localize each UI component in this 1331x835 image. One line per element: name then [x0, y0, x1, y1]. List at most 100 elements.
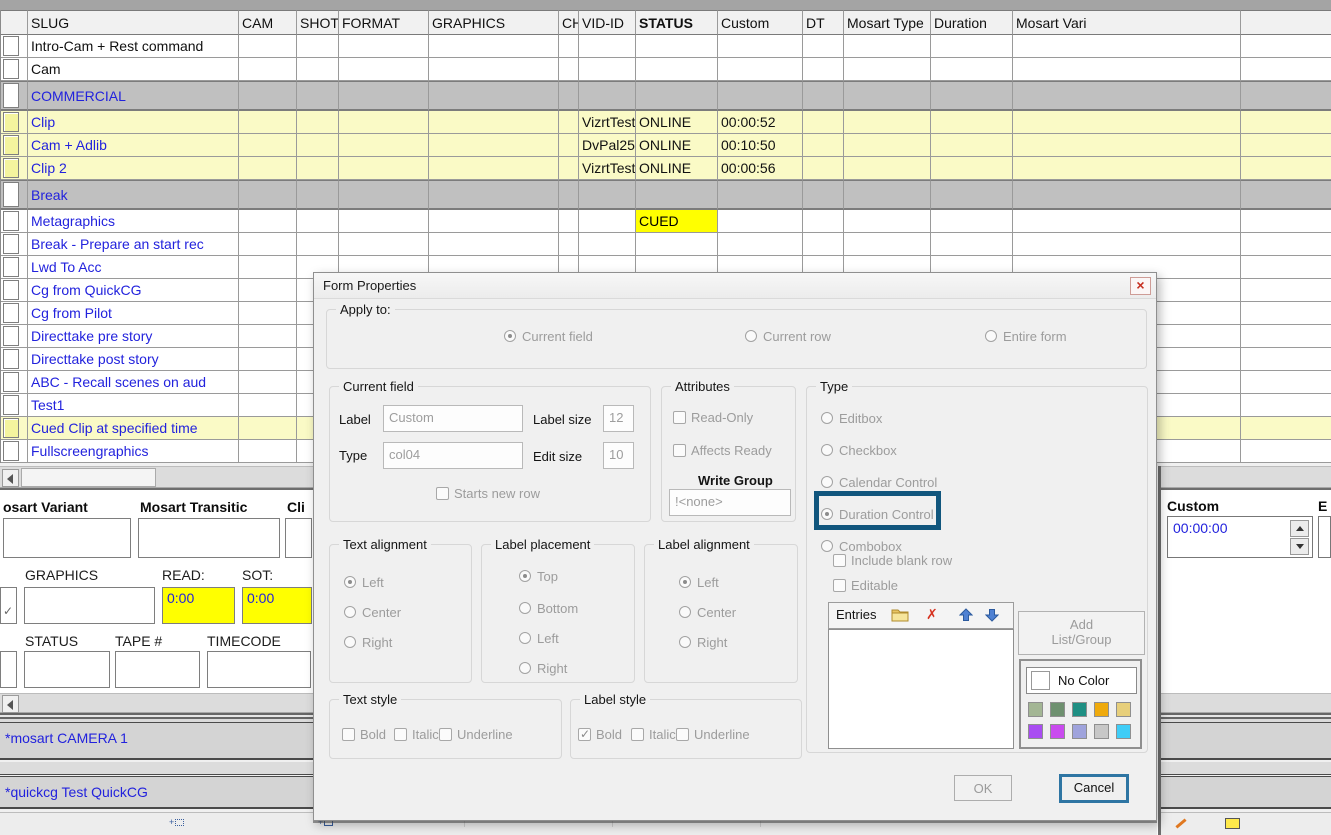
grid-cell-duration[interactable]	[931, 180, 1013, 210]
grid-cell-mosart_variant[interactable]	[1013, 233, 1241, 256]
grid-cell-cam[interactable]	[239, 58, 297, 81]
grid-cell-mosart_type[interactable]	[844, 233, 931, 256]
add-dotted-field-icon[interactable]: +	[169, 817, 184, 827]
grid-cell-extra[interactable]	[1241, 111, 1331, 134]
grid-cell-sel[interactable]	[1, 417, 28, 440]
grid-cell-slug[interactable]: Cg from QuickCG	[28, 279, 239, 302]
grid-cell-extra[interactable]	[1241, 417, 1331, 440]
grid-cell-cam[interactable]	[239, 394, 297, 417]
row-selector[interactable]	[3, 234, 19, 254]
grid-cell-format[interactable]	[339, 180, 429, 210]
starts-new-row-checkbox[interactable]	[436, 487, 449, 500]
grid-cell-slug[interactable]: Fullscreengraphics	[28, 440, 239, 463]
grid-cell-slug[interactable]: Break	[28, 180, 239, 210]
label-bold-checkbox[interactable]	[578, 728, 591, 741]
grid-cell-shot[interactable]	[297, 180, 339, 210]
grid-cell-extra[interactable]	[1241, 371, 1331, 394]
label-size-input[interactable]: 12	[603, 405, 634, 432]
grid-cell-graphics[interactable]	[429, 35, 559, 58]
grid-cell-sel[interactable]	[1, 81, 28, 111]
mosart-transition-input[interactable]	[138, 518, 280, 558]
row-selector[interactable]	[3, 135, 19, 155]
grid-cell-status[interactable]: CUED	[636, 210, 718, 233]
grid-cell-duration[interactable]	[931, 58, 1013, 81]
grid-cell-mosart_variant[interactable]	[1013, 210, 1241, 233]
grid-cell-duration[interactable]	[931, 111, 1013, 134]
column-header-custom[interactable]: Custom	[718, 10, 803, 35]
grid-cell-cam[interactable]	[239, 348, 297, 371]
grid-cell-extra[interactable]	[1241, 233, 1331, 256]
radio-label-align-center[interactable]	[679, 606, 691, 618]
grid-cell-sel[interactable]	[1, 394, 28, 417]
grid-cell-mosart_variant[interactable]	[1013, 81, 1241, 111]
column-header-shot[interactable]: SHOT	[297, 10, 339, 35]
scrollbar-thumb[interactable]	[21, 468, 156, 487]
grid-cell-ch[interactable]	[559, 210, 579, 233]
grid-cell-custom[interactable]	[718, 58, 803, 81]
grid-cell-extra[interactable]	[1241, 348, 1331, 371]
rundown-row[interactable]: Cam	[1, 58, 1331, 81]
grid-cell-sel[interactable]	[1, 371, 28, 394]
editable-checkbox[interactable]	[833, 579, 846, 592]
scroll-left-button2[interactable]	[2, 695, 19, 713]
grid-cell-extra[interactable]	[1241, 279, 1331, 302]
grid-cell-sel[interactable]	[1, 210, 28, 233]
grid-cell-slug[interactable]: Cued Clip at specified time	[28, 417, 239, 440]
grid-cell-shot[interactable]	[297, 233, 339, 256]
grid-cell-cam[interactable]	[239, 440, 297, 463]
pen-icon[interactable]	[1175, 818, 1186, 828]
combo-partial[interactable]: ✓	[0, 587, 17, 624]
row-selector[interactable]	[3, 211, 19, 231]
row-selector[interactable]	[3, 372, 19, 392]
grid-cell-mosart_variant[interactable]	[1013, 134, 1241, 157]
row-selector[interactable]	[3, 112, 19, 132]
grid-cell-format[interactable]	[339, 134, 429, 157]
grid-cell-format[interactable]	[339, 210, 429, 233]
grid-cell-cam[interactable]	[239, 371, 297, 394]
grid-cell-duration[interactable]	[931, 210, 1013, 233]
grid-cell-graphics[interactable]	[429, 81, 559, 111]
grid-cell-mosart_type[interactable]	[844, 210, 931, 233]
grid-cell-sel[interactable]	[1, 325, 28, 348]
grid-cell-extra[interactable]	[1241, 210, 1331, 233]
grid-cell-graphics[interactable]	[429, 233, 559, 256]
column-header-status[interactable]: STATUS	[636, 10, 718, 35]
grid-cell-vid[interactable]: VizrtTest1	[579, 111, 636, 134]
grid-cell-sel[interactable]	[1, 134, 28, 157]
row-selector[interactable]	[3, 59, 19, 79]
row-selector[interactable]	[3, 280, 19, 300]
row-selector[interactable]	[3, 182, 19, 207]
grid-cell-mosart_variant[interactable]	[1013, 58, 1241, 81]
grid-cell-sel[interactable]	[1, 256, 28, 279]
grid-cell-status[interactable]	[636, 35, 718, 58]
grid-cell-custom[interactable]	[718, 81, 803, 111]
grid-cell-sel[interactable]	[1, 440, 28, 463]
grid-cell-shot[interactable]	[297, 134, 339, 157]
grid-cell-cam[interactable]	[239, 279, 297, 302]
grid-cell-vid[interactable]	[579, 210, 636, 233]
radio-editbox[interactable]	[821, 412, 833, 424]
column-header-selector[interactable]	[1, 10, 28, 35]
radio-placement-left[interactable]	[519, 632, 531, 644]
grid-cell-mosart_type[interactable]	[844, 81, 931, 111]
new-folder-icon[interactable]	[891, 607, 909, 623]
grid-cell-slug[interactable]: COMMERCIAL	[28, 81, 239, 111]
panel-divider[interactable]	[1157, 466, 1161, 835]
radio-current-row[interactable]	[745, 330, 757, 342]
grid-cell-sel[interactable]	[1, 157, 28, 180]
grid-cell-shot[interactable]	[297, 210, 339, 233]
grid-cell-format[interactable]	[339, 35, 429, 58]
color-swatch[interactable]	[1094, 702, 1109, 717]
mosart-variant-input[interactable]	[3, 518, 131, 558]
color-swatch[interactable]	[1050, 724, 1065, 739]
grid-cell-shot[interactable]	[297, 111, 339, 134]
grid-cell-mosart_type[interactable]	[844, 157, 931, 180]
grid-cell-cam[interactable]	[239, 210, 297, 233]
radio-text-align-center[interactable]	[344, 606, 356, 618]
graphics-input[interactable]	[24, 587, 155, 624]
color-swatch[interactable]	[1050, 702, 1065, 717]
grid-cell-mosart_variant[interactable]	[1013, 111, 1241, 134]
grid-cell-extra[interactable]	[1241, 256, 1331, 279]
grid-cell-cam[interactable]	[239, 325, 297, 348]
grid-cell-extra[interactable]	[1241, 81, 1331, 111]
